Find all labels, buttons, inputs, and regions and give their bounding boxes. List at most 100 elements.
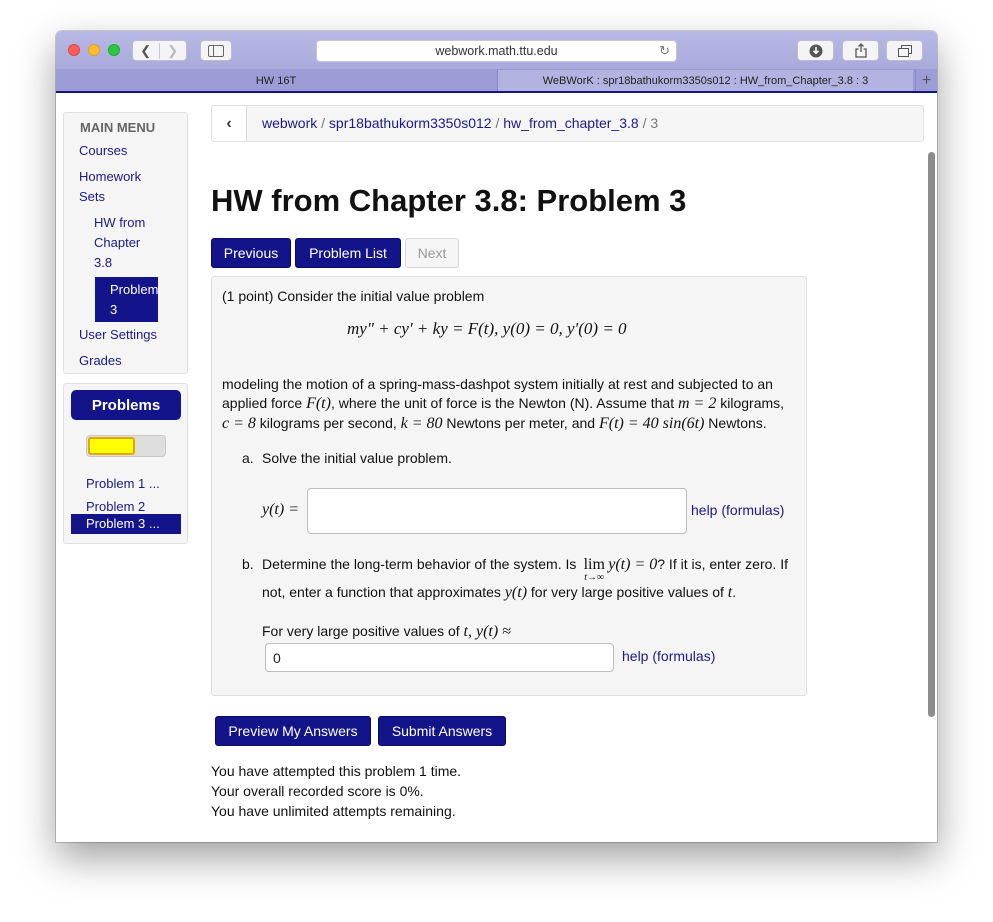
desc-text: Newtons. [704,415,767,431]
scrollbar[interactable] [928,152,935,717]
answer-a-label: y(t) = [262,501,299,518]
reload-icon[interactable]: ↻ [659,43,670,59]
downloads-icon[interactable] [797,40,834,61]
minimize-window-button[interactable] [88,44,100,56]
problem-list-button[interactable]: Problem List [295,238,401,268]
problem-1-link[interactable]: Problem 1 ... [86,476,160,491]
tab-bar: HW 16T WeBWorK : spr18bathukorm3350s012 … [56,70,937,93]
new-tab-icon[interactable]: + [915,70,937,91]
problem-desc-line3: c = 8 kilograms per second, k = 80 Newto… [222,415,767,433]
breadcrumb-sep: / [491,115,504,131]
problem-2-link[interactable]: Problem 2 [86,499,145,514]
part-a-text: Solve the initial value problem. [262,450,452,466]
help-formulas-link-b[interactable]: help (formulas) [622,648,715,664]
breadcrumb-current: 3 [650,115,659,131]
lim-word: lim [583,556,605,573]
menu-current-problem-line1: Problem [110,282,158,297]
zoom-window-button[interactable] [108,44,120,56]
menu-set-link-line2[interactable]: Chapter [94,233,140,253]
problems-panel: Problems Problem 1 ... Problem 2 Problem… [63,383,188,544]
answer-b-label-math: t, y(t) ≈ [463,623,511,640]
problem-desc-line1: modeling the motion of a spring-mass-das… [222,376,773,392]
desc-text: Newtons per meter, and [442,415,599,431]
show-tabs-icon[interactable] [886,40,923,61]
breadcrumb-course-link[interactable]: spr18bathukorm3350s012 [329,115,492,131]
submit-answers-button[interactable]: Submit Answers [378,716,506,746]
part-b-math: y(t) = 0 [608,556,658,573]
breadcrumb-sep: / [317,115,329,131]
desc-text: kilograms, [716,395,785,411]
breadcrumb-back-icon[interactable]: ‹ [212,106,247,141]
previous-button[interactable]: Previous [211,238,291,268]
page-title: HW from Chapter 3.8: Problem 3 [211,183,687,218]
answer-b-input[interactable]: 0 [265,643,614,672]
desc-math-mass: m = 2 [677,395,717,412]
tab-webwork[interactable]: WeBWorK : spr18bathukorm3350s012 : HW_fr… [497,70,913,91]
browser-toolbar: ❮ ❯ webwork.math.ttu.edu ↻ [56,31,937,70]
desc-text: kilograms per second, [255,415,401,431]
tab-hw16t[interactable]: HW 16T [56,70,496,91]
desc-math-forcing: F(t) = 40 sin(6t) [598,415,705,432]
part-a-marker: a. [242,450,254,466]
lim-subscript: t→∞ [584,572,605,583]
problem-desc-line2: applied force F(t), where the unit of fo… [222,395,784,413]
menu-grades-link[interactable]: Grades [79,351,122,371]
part-b-text: ? If it is, enter zero. If [657,556,788,572]
forward-arrow-icon[interactable]: ❯ [160,43,186,59]
desc-text: , where the unit of force is the Newton … [330,395,678,411]
browser-window: ❮ ❯ webwork.math.ttu.edu ↻ HW 16T WeBWor… [56,31,937,842]
menu-homework-sets-link-line2[interactable]: Sets [79,187,105,207]
breadcrumb-sep: / [638,115,651,131]
part-b-line2: not, enter a function that approximates … [262,584,736,602]
menu-user-settings-link[interactable]: User Settings [79,325,157,345]
answer-b-label: For very large positive values of t, y(t… [262,623,511,641]
help-formulas-link-a[interactable]: help (formulas) [691,502,784,518]
desc-math-damping: c = 8 [222,415,256,432]
status-remaining: You have unlimited attempts remaining. [211,803,456,819]
next-button: Next [405,238,459,268]
preview-answers-button[interactable]: Preview My Answers [215,716,371,746]
back-arrow-icon[interactable]: ❮ [133,42,160,59]
breadcrumb-set-link[interactable]: hw_from_chapter_3.8 [503,115,638,131]
limit-expression: lim t→∞ [580,556,608,583]
part-b-marker: b. [242,556,254,572]
breadcrumb: ‹ webwork / spr18bathukorm3350s012 / hw_… [211,105,924,142]
share-icon[interactable] [842,40,879,61]
breadcrumb-webwork-link[interactable]: webwork [262,115,317,131]
breadcrumb-trail: webwork / spr18bathukorm3350s012 / hw_fr… [262,115,658,131]
sidebar-toggle-icon[interactable] [200,40,232,61]
menu-courses-link[interactable]: Courses [79,141,127,161]
url-text: webwork.math.ttu.edu [435,44,558,58]
problem-body: (1 point) Consider the initial value pro… [211,276,807,696]
answer-a-textarea[interactable] [307,488,687,534]
part-b-text: for very large positive values of [527,584,728,600]
part-b-math: y(t) [504,584,528,601]
status-score: Your overall recorded score is 0%. [211,783,424,799]
address-bar[interactable]: webwork.math.ttu.edu ↻ [316,40,677,62]
problem-equation: my″ + cy′ + ky = F(t), y(0) = 0, y′(0) =… [347,319,627,338]
main-menu: MAIN MENU Courses Homework Sets HW from … [63,112,188,374]
problems-panel-title: Problems [71,390,181,420]
menu-current-problem-line2: 3 [110,302,118,317]
menu-current-problem[interactable]: Problem 3 [95,277,158,322]
progress-bar [86,435,166,457]
desc-math-force: F(t) [306,395,331,412]
part-b-line1: Determine the long-term behavior of the … [262,556,788,583]
part-b-text: not, enter a function that approximates [262,584,505,600]
main-menu-title: MAIN MENU [80,120,156,135]
status-attempts: You have attempted this problem 1 time. [211,763,462,779]
desc-text: applied force [222,395,307,411]
close-window-button[interactable] [68,44,80,56]
desc-math-spring: k = 80 [400,415,443,432]
history-nav: ❮ ❯ [132,40,187,61]
progress-bar-fill [88,437,135,455]
menu-set-link-line1[interactable]: HW from [94,213,145,233]
page-content: MAIN MENU Courses Homework Sets HW from … [56,95,937,842]
answer-b-label-text: For very large positive values of [262,623,464,639]
menu-set-link-line3[interactable]: 3.8 [94,253,112,273]
menu-homework-sets-link-line1[interactable]: Homework [79,167,141,187]
part-b-text: Determine the long-term behavior of the … [262,556,581,572]
problem-3-link[interactable]: Problem 3 ... [71,514,181,534]
problem-intro: (1 point) Consider the initial value pro… [222,288,485,304]
part-b-text: . [732,584,737,600]
